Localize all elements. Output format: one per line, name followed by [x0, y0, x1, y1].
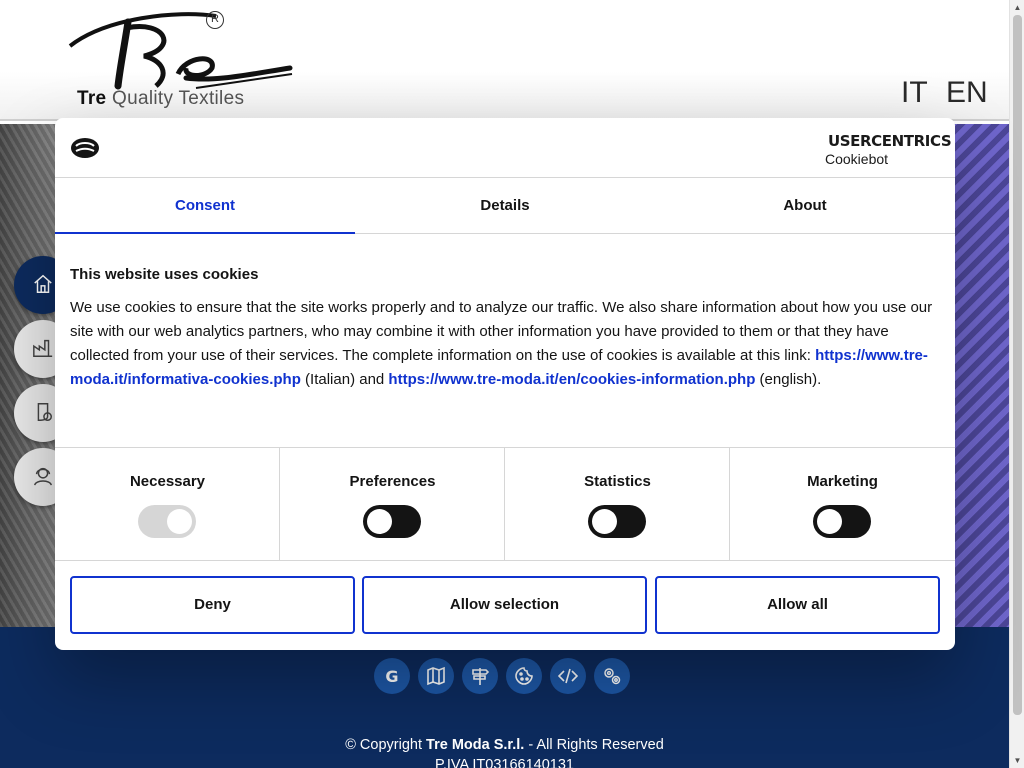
- allow-selection-button[interactable]: Allow selection: [362, 576, 647, 634]
- deny-button[interactable]: Deny: [70, 576, 355, 634]
- dialog-description: We use cookies to ensure that the site w…: [70, 299, 933, 388]
- dialog-title: This website uses cookies: [70, 266, 259, 283]
- scroll-up-arrow-icon[interactable]: ▲: [1013, 3, 1022, 12]
- dialog-actions: Deny Allow selection Allow all: [70, 576, 940, 634]
- preferences-toggle[interactable]: [363, 505, 421, 538]
- page-scrollbar[interactable]: ▲ ▼: [1009, 0, 1024, 768]
- tab-details[interactable]: Details: [355, 179, 655, 234]
- category-necessary: Necessary: [55, 448, 280, 561]
- category-label: Marketing: [807, 473, 878, 490]
- category-label: Necessary: [129, 473, 206, 490]
- cookie-consent-dialog: USERCENTRICS Cookiebot Consent Details A…: [55, 118, 955, 650]
- dialog-header: USERCENTRICS Cookiebot: [55, 118, 955, 178]
- category-preferences: Preferences: [280, 448, 505, 561]
- cookie-overlay: USERCENTRICS Cookiebot Consent Details A…: [0, 0, 1009, 768]
- scroll-down-arrow-icon[interactable]: ▼: [1013, 756, 1022, 765]
- cookiebot-name: Cookiebot: [825, 151, 889, 167]
- marketing-toggle[interactable]: [813, 505, 871, 538]
- usercentrics-brand[interactable]: USERCENTRICS Cookiebot: [825, 132, 952, 167]
- category-marketing: Marketing: [730, 448, 955, 561]
- tab-about[interactable]: About: [655, 179, 955, 234]
- scrollbar-thumb[interactable]: [1013, 15, 1022, 715]
- cookie-policy-link-english[interactable]: https://www.tre-moda.it/en/cookies-infor…: [388, 371, 755, 388]
- category-label: Statistics: [584, 473, 651, 490]
- necessary-toggle: [138, 505, 196, 538]
- dialog-tabs: Consent Details About: [55, 179, 955, 234]
- allow-all-button[interactable]: Allow all: [655, 576, 940, 634]
- cookie-category-toggles: Necessary Preferences Statistics Marketi…: [55, 447, 955, 561]
- statistics-toggle[interactable]: [588, 505, 646, 538]
- category-label: Preferences: [349, 473, 436, 490]
- tab-consent[interactable]: Consent: [55, 179, 355, 234]
- category-statistics: Statistics: [505, 448, 730, 561]
- usercentrics-name: USERCENTRICS: [828, 132, 952, 150]
- dialog-body: This website uses cookies We use cookies…: [70, 266, 940, 392]
- cookiebot-logo-icon: [71, 138, 99, 158]
